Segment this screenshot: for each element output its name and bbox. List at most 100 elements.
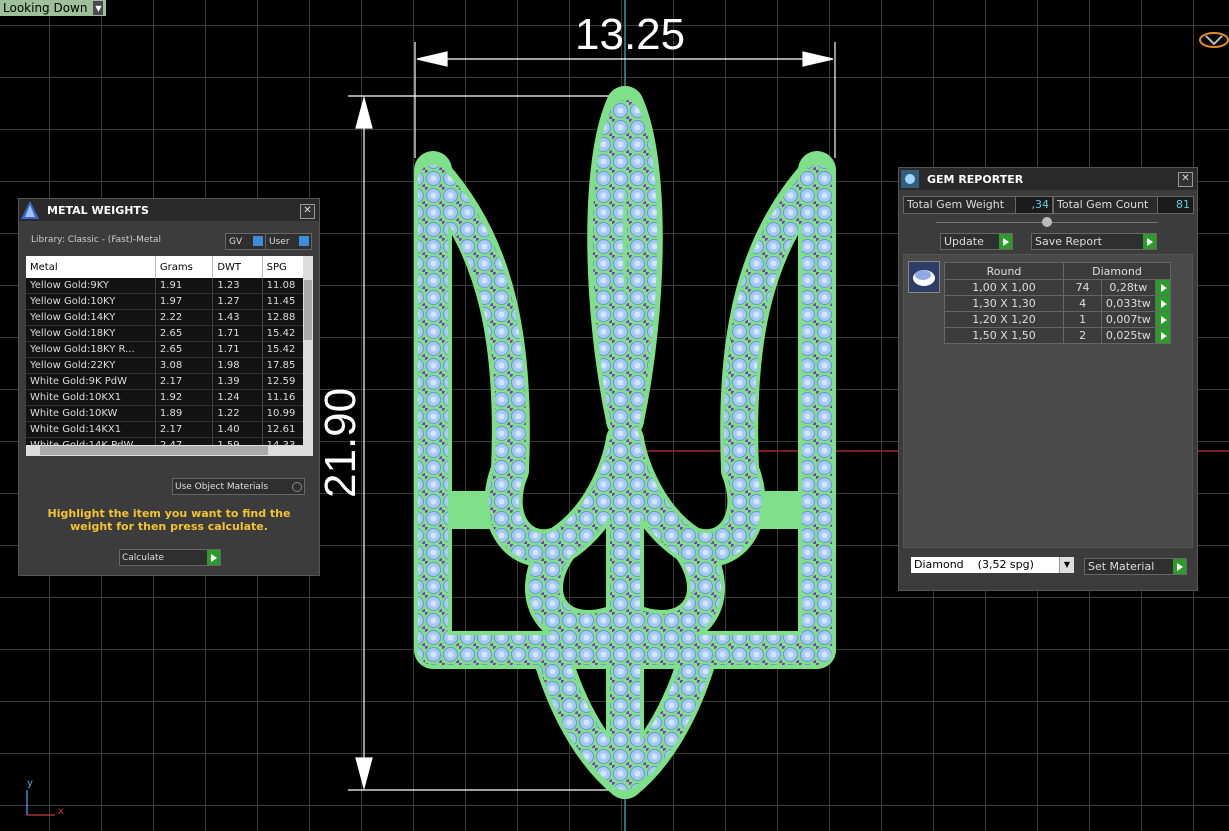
table-cell: 1.39 xyxy=(212,373,263,390)
table-cell: Yellow Gold:10KY xyxy=(26,293,156,310)
table-cell: 1.91 xyxy=(155,278,214,294)
table-cell: White Gold:10KX1 xyxy=(26,389,156,406)
gem-cell: 1 xyxy=(1062,311,1103,328)
total-gem-weight-value: ,34 xyxy=(1015,196,1053,214)
gem-cell: 1,30 X 1,30 xyxy=(944,295,1064,312)
gem-shape-icon xyxy=(908,261,940,293)
gem-row[interactable]: 1,50 X 1,50 2 0,025tw xyxy=(944,327,1172,344)
play-icon xyxy=(207,550,220,565)
total-gem-weight-label: Total Gem Weight xyxy=(903,196,1016,214)
gem-reporter-panel: GEM REPORTER ✕ Total Gem Weight ,34 Tota… xyxy=(898,167,1198,591)
table-cell: 11.45 xyxy=(262,293,305,310)
table-cell: 1.27 xyxy=(212,293,263,310)
horizontal-scrollbar[interactable] xyxy=(26,445,304,456)
table-row[interactable]: White Gold:14KX1 2.17 1.40 12.61 xyxy=(26,421,305,438)
table-row[interactable]: White Gold:9K PdW 2.17 1.39 12.59 xyxy=(26,373,305,390)
table-cell: 1.40 xyxy=(212,421,263,438)
calculate-button[interactable]: Calculate xyxy=(119,549,221,566)
table-cell: 1.71 xyxy=(212,325,263,342)
vertical-scrollbar[interactable] xyxy=(303,256,313,456)
table-row[interactable]: Yellow Gold:18KY R... 2.65 1.71 15.42 xyxy=(26,341,305,358)
gem-cell: 4 xyxy=(1062,295,1103,312)
play-icon[interactable] xyxy=(1154,295,1172,312)
gem-cell: 0,033tw xyxy=(1101,295,1156,312)
table-row[interactable]: Yellow Gold:18KY 2.65 1.71 15.42 xyxy=(26,325,305,342)
chevron-down-icon[interactable]: ▼ xyxy=(1059,557,1074,573)
gem-reporter-title: GEM REPORTER xyxy=(927,172,1024,186)
table-cell: 1.92 xyxy=(155,389,214,406)
table-cell: Yellow Gold:14KY xyxy=(26,309,156,326)
gem-reporter-logo-icon xyxy=(901,170,919,188)
table-cell: Yellow Gold:22KY xyxy=(26,357,156,374)
play-icon[interactable] xyxy=(1154,279,1172,296)
table-row[interactable]: White Gold:10KW 1.89 1.22 10.99 xyxy=(26,405,305,422)
metal-weights-panel: METAL WEIGHTS ✕ Library: Classic - (Fast… xyxy=(18,198,320,576)
table-cell: 15.42 xyxy=(262,341,305,358)
library-label: Library: Classic - (Fast)-Metal xyxy=(31,235,162,245)
axis-y-label: y xyxy=(27,778,33,789)
table-row[interactable]: Yellow Gold:22KY 3.08 1.98 17.85 xyxy=(26,357,305,374)
gem-cell: 0,007tw xyxy=(1101,311,1156,328)
gem-row[interactable]: 1,20 X 1,20 1 0,007tw xyxy=(944,311,1172,328)
gem-cell: 0,28tw xyxy=(1101,279,1156,296)
table-cell: 11.16 xyxy=(262,389,305,406)
gem-list-area[interactable]: Round Diamond 1,00 X 1,00 74 0,28tw 1,30 X … xyxy=(903,254,1193,548)
table-cell: 1.89 xyxy=(155,405,214,422)
col-grams[interactable]: Grams xyxy=(155,256,214,278)
table-cell: 12.61 xyxy=(262,421,305,438)
play-icon xyxy=(999,234,1012,249)
gem-row[interactable]: 1,00 X 1,00 74 0,28tw xyxy=(944,279,1172,296)
table-cell: 11.08 xyxy=(262,278,305,294)
table-cell: 1.22 xyxy=(212,405,263,422)
table-cell: 10.99 xyxy=(262,405,305,422)
col-metal[interactable]: Metal xyxy=(26,256,156,278)
splitter-handle[interactable] xyxy=(1042,217,1052,227)
hint-text: Highlight the item you want to find the … xyxy=(47,507,291,533)
table-cell: 12.88 xyxy=(262,309,305,326)
gem-reporter-titlebar[interactable]: GEM REPORTER ✕ xyxy=(899,168,1197,190)
material-select[interactable]: Diamond (3,52 spg) ▼ xyxy=(911,557,1074,573)
metal-weights-title: METAL WEIGHTS xyxy=(47,203,149,217)
gem-cell: 0,025tw xyxy=(1101,327,1156,344)
metal-weights-titlebar[interactable]: METAL WEIGHTS ✕ xyxy=(19,199,319,221)
table-cell: 2.22 xyxy=(155,309,214,326)
height-dimension-label: 21.90 xyxy=(316,387,365,498)
axis-x-label: x xyxy=(58,806,64,817)
table-cell: White Gold:14KX1 xyxy=(26,421,156,438)
axis-gizmo xyxy=(26,790,55,816)
gem-cell: 74 xyxy=(1062,279,1103,296)
metal-table-container[interactable]: Metal Grams DWT SPG Yellow Gold:9KY 1.91 1… xyxy=(26,256,313,456)
table-row[interactable]: White Gold:10KX1 1.92 1.24 11.16 xyxy=(26,389,305,406)
gem-row[interactable]: 1,30 X 1,30 4 0,033tw xyxy=(944,295,1172,312)
update-button[interactable]: Update xyxy=(940,233,1013,250)
table-cell: 2.65 xyxy=(155,325,214,342)
close-icon[interactable]: ✕ xyxy=(300,204,315,219)
table-row[interactable]: Yellow Gold:10KY 1.97 1.27 11.45 xyxy=(26,293,305,310)
metal-weights-logo-icon xyxy=(21,201,39,219)
table-cell: 15.42 xyxy=(262,325,305,342)
save-report-button[interactable]: Save Report xyxy=(1031,233,1157,250)
play-icon xyxy=(1173,559,1186,574)
user-toggle[interactable]: User xyxy=(265,233,312,250)
gem-cell: 2 xyxy=(1062,327,1103,344)
table-row[interactable]: Yellow Gold:14KY 2.22 1.43 12.88 xyxy=(26,309,305,326)
table-row[interactable]: Yellow Gold:9KY 1.91 1.23 11.08 xyxy=(26,278,305,294)
gv-toggle[interactable]: GV xyxy=(225,233,266,250)
total-gem-count-label: Total Gem Count xyxy=(1053,196,1158,214)
table-cell: 2.65 xyxy=(155,341,214,358)
set-material-button[interactable]: Set Material xyxy=(1084,558,1187,575)
col-dwt[interactable]: DWT xyxy=(212,256,263,278)
col-spg[interactable]: SPG xyxy=(262,256,305,278)
total-gem-count-value: 81 xyxy=(1157,196,1194,214)
play-icon xyxy=(1143,234,1156,249)
table-cell: 1.24 xyxy=(212,389,263,406)
table-cell: Yellow Gold:9KY xyxy=(26,278,156,294)
table-cell: Yellow Gold:18KY R... xyxy=(26,341,156,358)
play-icon[interactable] xyxy=(1154,327,1172,344)
use-object-materials-checkbox[interactable]: Use Object Materials xyxy=(172,478,305,495)
table-cell: Yellow Gold:18KY xyxy=(26,325,156,342)
close-icon[interactable]: ✕ xyxy=(1178,172,1193,187)
play-icon[interactable] xyxy=(1154,311,1172,328)
table-cell: White Gold:10KW xyxy=(26,405,156,422)
view-cube-icon xyxy=(1199,32,1229,48)
